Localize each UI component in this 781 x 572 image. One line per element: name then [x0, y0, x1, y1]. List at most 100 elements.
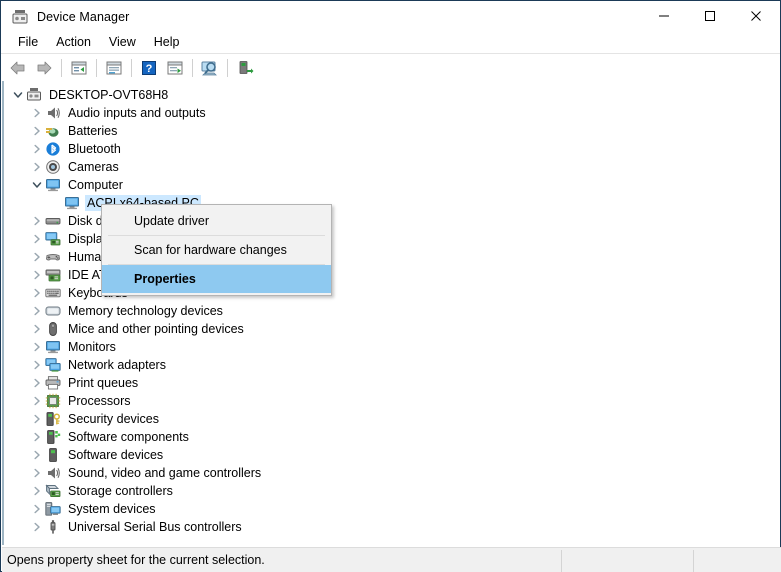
tree-item-label: Software components: [68, 430, 189, 444]
chevron-right-icon[interactable]: [29, 140, 45, 158]
context-menu-item-scan-for-hardware-changes[interactable]: Scan for hardware changes: [102, 236, 331, 264]
chevron-right-icon[interactable]: [29, 446, 45, 464]
bluetooth-icon: [45, 141, 61, 157]
chevron-down-icon[interactable]: [10, 86, 26, 104]
tree-item[interactable]: Software components: [4, 428, 191, 446]
tree-item[interactable]: Memory technology devices: [4, 302, 225, 320]
tree-item-label: Security devices: [68, 412, 160, 426]
chevron-right-icon[interactable]: [29, 410, 45, 428]
chevron-right-icon[interactable]: [29, 428, 45, 446]
tree-item[interactable]: Audio inputs and outputs: [4, 104, 208, 122]
window-title: Device Manager: [37, 9, 130, 24]
close-button[interactable]: [733, 1, 779, 31]
tree-item[interactable]: Software devices: [4, 446, 165, 464]
camera-icon: [45, 159, 61, 175]
chevron-down-icon[interactable]: [29, 176, 45, 194]
computer-root-icon: [26, 87, 42, 103]
tree-item[interactable]: Processors: [4, 392, 133, 410]
tree-item[interactable]: Cameras: [4, 158, 121, 176]
tree-item-label: Universal Serial Bus controllers: [68, 520, 242, 534]
tree-item[interactable]: Mice and other pointing devices: [4, 320, 246, 338]
tree-item-label: Bluetooth: [68, 142, 121, 156]
menu-action[interactable]: Action: [47, 33, 100, 52]
menu-help[interactable]: Help: [145, 33, 189, 52]
chevron-right-icon[interactable]: [29, 302, 45, 320]
tree-item[interactable]: Computer: [4, 176, 125, 194]
menu-view[interactable]: View: [100, 33, 145, 52]
chevron-right-icon[interactable]: [29, 284, 45, 302]
chevron-right-icon[interactable]: [29, 374, 45, 392]
device-tree[interactable]: DESKTOP-OVT68H8 Audio inputs and outputs B…: [2, 81, 779, 545]
tree-item[interactable]: DESKTOP-OVT68H8: [4, 86, 170, 104]
forward-icon[interactable]: [31, 56, 57, 80]
context-menu-item-properties[interactable]: Properties: [102, 265, 331, 293]
tree-item[interactable]: Storage controllers: [4, 482, 175, 500]
back-icon[interactable]: [5, 56, 31, 80]
mouse-icon: [45, 321, 61, 337]
tree-item-label: Batteries: [68, 124, 118, 138]
speaker-icon: [45, 465, 61, 481]
tree-item-label: Print queues: [68, 376, 139, 390]
tree-item[interactable]: System devices: [4, 500, 158, 518]
toolbar-separator: [96, 58, 97, 77]
tree-item[interactable]: Universal Serial Bus controllers: [4, 518, 244, 536]
memory-device-icon: [45, 303, 61, 319]
tree-item-label: Audio inputs and outputs: [68, 106, 206, 120]
chevron-right-icon[interactable]: [29, 356, 45, 374]
tree-item[interactable]: Sound, video and game controllers: [4, 464, 263, 482]
update-driver-icon[interactable]: [162, 56, 188, 80]
speaker-icon: [45, 105, 61, 121]
processor-icon: [45, 393, 61, 409]
chevron-right-icon[interactable]: [29, 500, 45, 518]
chevron-right-icon[interactable]: [29, 320, 45, 338]
tree-item[interactable]: Security devices: [4, 410, 161, 428]
toolbar: ?: [1, 53, 780, 81]
network-adapter-icon: [45, 357, 61, 373]
chevron-right-icon[interactable]: [29, 338, 45, 356]
tree-item[interactable]: Network adapters: [4, 356, 168, 374]
status-bar: Opens property sheet for the current sel…: [2, 547, 781, 572]
tree-item[interactable]: Batteries: [4, 122, 119, 140]
chevron-right-icon[interactable]: [29, 266, 45, 284]
properties-icon[interactable]: [101, 56, 127, 80]
add-legacy-hardware-icon[interactable]: [232, 56, 258, 80]
tree-item-label: Processors: [68, 394, 131, 408]
title-bar[interactable]: Device Manager: [1, 1, 780, 32]
context-menu-item-update-driver[interactable]: Update driver: [102, 207, 331, 235]
chevron-right-icon[interactable]: [29, 104, 45, 122]
menu-file[interactable]: File: [9, 33, 47, 52]
toolbar-separator: [192, 58, 193, 77]
storage-controller-icon: [45, 483, 61, 499]
tree-item-label: Computer: [68, 178, 123, 192]
tree-item-label: Storage controllers: [68, 484, 173, 498]
monitor-icon: [45, 177, 61, 193]
chevron-right-icon[interactable]: [29, 518, 45, 536]
scan-for-hardware-changes-icon[interactable]: [197, 56, 223, 80]
tree-item-label: Sound, video and game controllers: [68, 466, 262, 480]
chevron-right-icon[interactable]: [29, 122, 45, 140]
tree-item[interactable]: Monitors: [4, 338, 118, 356]
toolbar-separator: [61, 58, 62, 77]
chevron-right-icon[interactable]: [29, 230, 45, 248]
monitor-icon: [64, 195, 80, 211]
chevron-right-icon[interactable]: [29, 392, 45, 410]
chevron-right-icon[interactable]: [29, 248, 45, 266]
device-manager-window: Device Manager File Action View Help ? D…: [0, 0, 781, 572]
show-hide-console-tree-icon[interactable]: [66, 56, 92, 80]
maximize-button[interactable]: [687, 1, 733, 31]
minimize-button[interactable]: [641, 1, 687, 31]
tree-item-label: Memory technology devices: [68, 304, 223, 318]
device-manager-icon: [12, 9, 28, 25]
chevron-right-icon[interactable]: [29, 212, 45, 230]
chevron-right-icon[interactable]: [29, 158, 45, 176]
security-device-icon: [45, 411, 61, 427]
ide-controller-icon: [45, 267, 61, 283]
tree-item[interactable]: Bluetooth: [4, 140, 123, 158]
help-icon[interactable]: ?: [136, 56, 162, 80]
chevron-right-icon[interactable]: [29, 482, 45, 500]
tree-item[interactable]: Print queues: [4, 374, 140, 392]
monitor-icon: [45, 339, 61, 355]
svg-text:?: ?: [146, 63, 153, 75]
chevron-right-icon[interactable]: [29, 464, 45, 482]
